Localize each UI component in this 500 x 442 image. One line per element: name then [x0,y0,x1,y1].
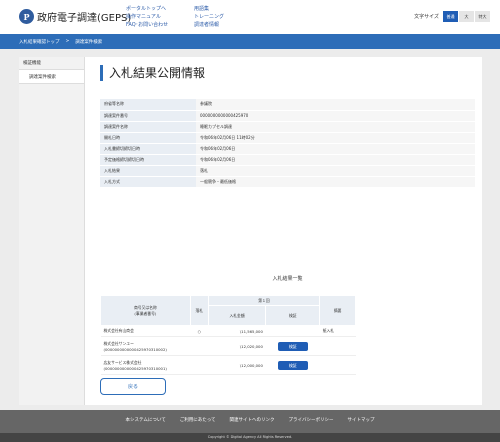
company-name: 広友サービス株式会社 (0000000000000425970310001) [100,355,191,375]
info-value: 0000000000000425970 [196,110,475,122]
site-logo[interactable]: P 政府電子調達(GEPS) [19,9,131,24]
site-title: 政府電子調達(GEPS) [37,13,132,24]
info-label: 入札書締切締切日時 [100,143,196,155]
info-value: 令和06年02月06日 11時02分 [196,132,475,144]
info-row: 開札日時 令和06年02月06日 11時02分 [100,132,475,144]
training-link[interactable]: トレーニング [194,13,224,21]
awarded-mark: ○ [190,325,209,337]
header-links-primary: ポータルトップへ 操作マニュアル FAQ･お問い合わせ [126,5,168,29]
info-label: 入札方式 [100,176,196,188]
info-row: 入札書締切締切日時 令和06年02月06日 [100,143,475,155]
bid-amount: \11,565,000 [208,325,266,337]
info-value: 参議院 [196,99,475,111]
bid-amount: \12,000,000 [208,355,266,375]
copyright: Copyright © Digital Agency All Rights Re… [0,433,500,442]
footer-link-about[interactable]: 本システムについて [126,417,166,423]
glossary-link[interactable]: 用語集 [194,5,224,13]
bid-results-table: 商号又は名称 (事業者番号) 落札 第１回 摘要 入札金額 検証 株式会社有山商… [100,295,356,375]
footer-link-terms[interactable]: ご利用にあたって [180,417,216,423]
footer-link-privacy[interactable]: プライバシーポリシー [289,417,334,423]
info-value: 令和06年02月06日 [196,154,475,166]
footer-link-related[interactable]: 関連サイトへのリンク [230,417,275,423]
col-company: 商号又は名称 (事業者番号) [100,295,191,326]
info-value: 落札 [196,165,475,177]
bid-amount: \12,020,000 [208,336,266,356]
table-row: 株式会社有山商会 ○ \11,565,000 紙入札 [100,325,356,337]
info-value: 睡眠カプセル調達 [196,121,475,133]
site-footer: 本システムについて ご利用にあたって 関連サイトへのリンク プライバシーポリシー… [0,410,500,442]
breadcrumb-item-search[interactable]: 調達案件検索 [75,39,102,45]
col-round: 第１回 [207,295,321,306]
col-amount: 入札金額 [207,305,267,326]
info-label: 開札日時 [100,132,196,144]
sidebar: 検証機能 調達案件検索 [19,57,85,405]
chevron-right-icon: > [65,39,70,44]
results-section-title: 入札結果一覧 [272,276,303,282]
bid-info-table: 府省等名称 参議院 調達案件番号 0000000000000425970 調達案件名… [100,99,475,188]
verify-cell: 検証 [265,336,320,356]
faq-link[interactable]: FAQ･お問い合わせ [126,21,168,29]
font-size-normal-button[interactable]: 普通 [443,11,458,22]
info-label: 府省等名称 [100,99,196,111]
verify-button[interactable]: 検証 [277,341,308,351]
info-row: 調達案件番号 0000000000000425970 [100,110,475,122]
procurer-info-link[interactable]: 調達者情報 [194,21,224,29]
remarks: 紙入札 [319,325,356,337]
col-verify: 検証 [265,305,321,326]
table-row: 株式会社サンユー (0000000000000425970310002) \12,… [100,336,356,356]
col-awarded: 落札 [189,295,209,326]
header-links-secondary: 用語集 トレーニング 調達者情報 [194,5,224,29]
font-size-label: 文字サイズ [414,14,439,20]
sidebar-heading: 検証機能 [19,57,84,70]
info-row: 入札結果 落札 [100,165,475,177]
col-remarks: 摘要 [319,295,356,326]
table-row: 広友サービス株式会社 (0000000000000425970310001) \1… [100,355,356,375]
verify-cell [265,325,320,337]
site-header: P 政府電子調達(GEPS) ポータルトップへ 操作マニュアル FAQ･お問い合… [0,0,500,34]
awarded-mark [190,336,209,356]
portal-top-link[interactable]: ポータルトップへ [126,5,168,13]
font-size-xlarge-button[interactable]: 特大 [475,11,490,22]
info-row: 入札方式 一般競争・最低価格 [100,176,475,188]
company-name: 株式会社有山商会 [100,325,191,337]
awarded-mark [190,355,209,375]
info-value: 一般競争・最低価格 [196,176,475,188]
page-title: 入札結果公開情報 [100,65,205,81]
verify-cell: 検証 [265,355,320,375]
geps-logo-icon: P [19,9,34,24]
info-label: 調達案件番号 [100,110,196,122]
main-panel: 検証機能 調達案件検索 入札結果公開情報 府省等名称 参議院 調達案件番号 0000… [19,57,482,405]
font-size-large-button[interactable]: 大 [459,11,474,22]
info-row: 調達案件名称 睡眠カプセル調達 [100,121,475,133]
remarks [319,336,356,356]
font-size-switcher: 文字サイズ 普通 大 特大 [414,11,490,22]
footer-link-sitemap[interactable]: サイトマップ [347,417,374,423]
sidebar-item-case-search[interactable]: 調達案件検索 [19,70,84,84]
back-button[interactable]: 戻る [100,378,166,395]
breadcrumb: 入札結果確認トップ > 調達案件検索 [0,34,500,49]
info-value: 令和06年02月06日 [196,143,475,155]
info-row: 予定価格締切締切日時 令和06年02月06日 [100,154,475,166]
manual-link[interactable]: 操作マニュアル [126,13,168,21]
breadcrumb-item-top[interactable]: 入札結果確認トップ [19,39,60,45]
remarks [319,355,356,375]
info-label: 予定価格締切締切日時 [100,154,196,166]
footer-links: 本システムについて ご利用にあたって 関連サイトへのリンク プライバシーポリシー… [0,417,500,423]
info-row: 府省等名称 参議院 [100,99,475,111]
verify-button[interactable]: 検証 [277,360,308,370]
company-name: 株式会社サンユー (0000000000000425970310002) [100,336,191,356]
info-label: 入札結果 [100,165,196,177]
info-label: 調達案件名称 [100,121,196,133]
